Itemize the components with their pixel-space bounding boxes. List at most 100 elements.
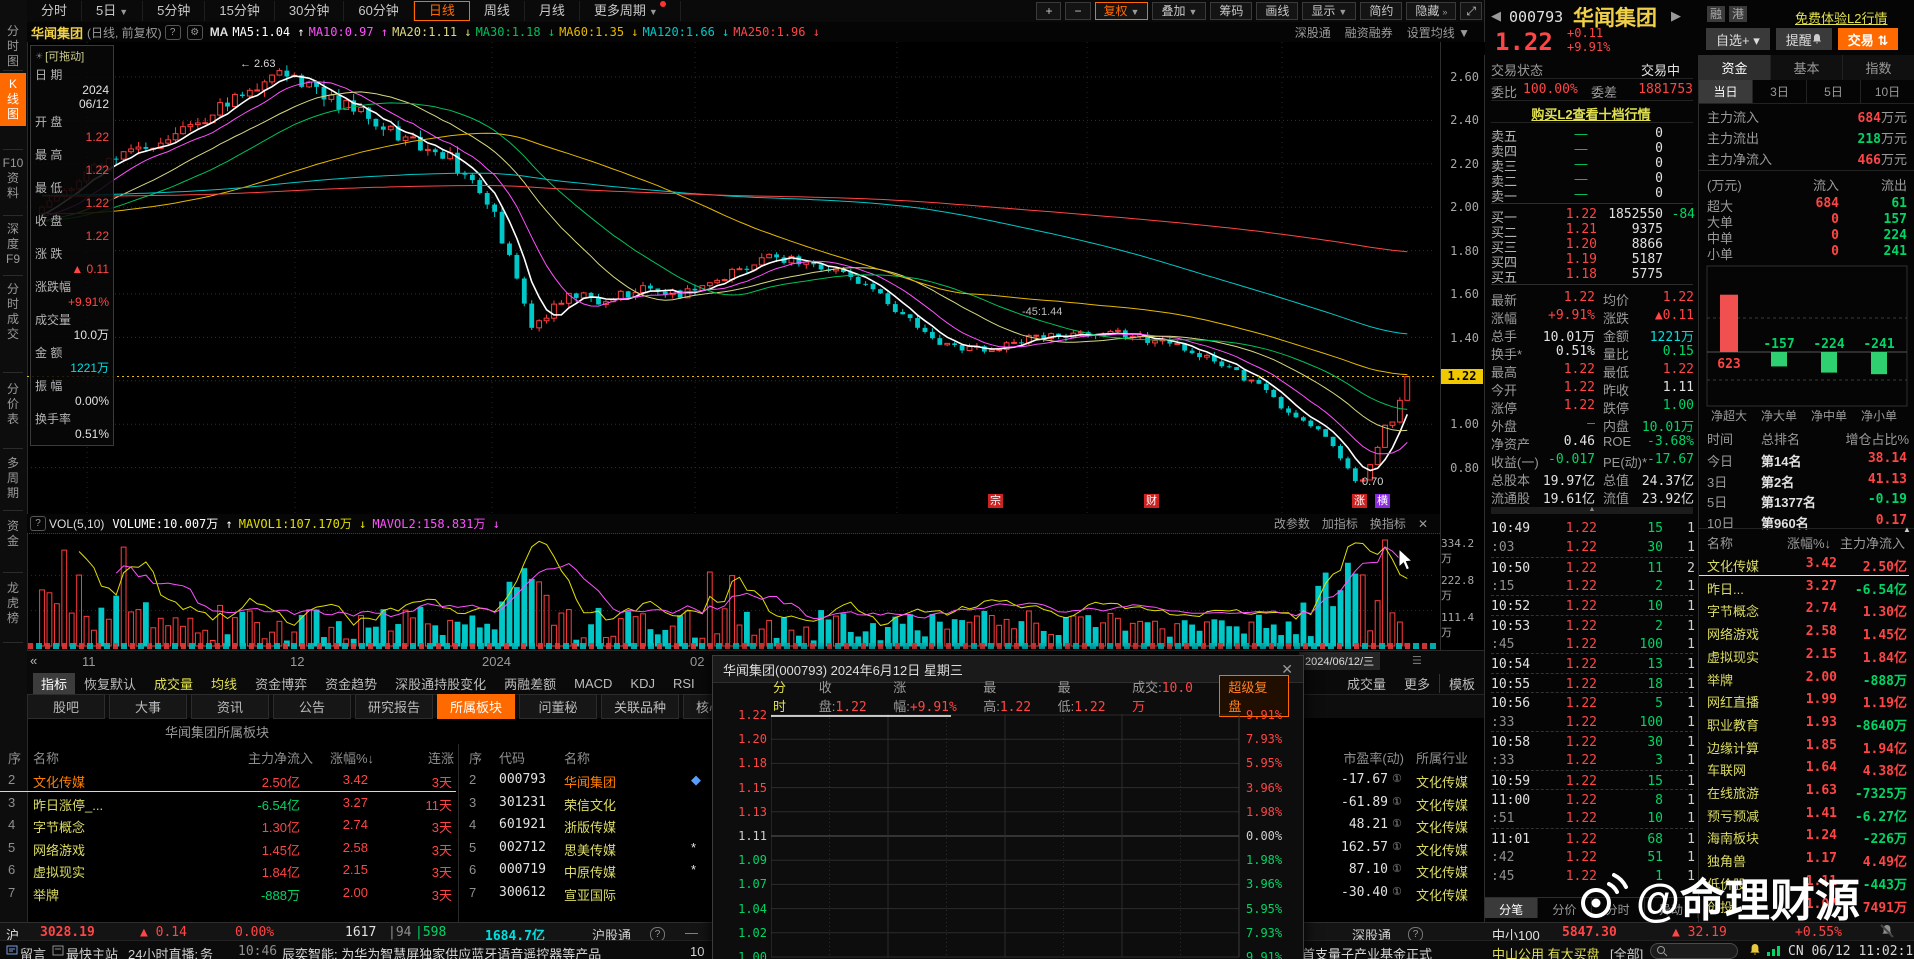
station-icon[interactable] [52, 944, 64, 959]
table-row[interactable]: 7300612宣亚国际 [459, 882, 713, 904]
content-tab-股吧[interactable]: 股吧 [27, 694, 105, 719]
period-tab-15分钟[interactable]: 15分钟 [205, 1, 274, 21]
hot-stock-alert[interactable]: 中山公用 有大买盘 [1492, 944, 1600, 959]
chart-link-深股通[interactable]: 深股通 [1295, 24, 1331, 41]
table-row[interactable]: 5002712思美传媒* [459, 837, 713, 859]
period-tab-更多周期[interactable]: 更多周期▼ [580, 1, 681, 21]
content-tab-研究报告[interactable]: 研究报告 [355, 694, 433, 719]
indicator-tab-均线[interactable]: 均线 [202, 674, 246, 693]
collapse-handle[interactable]: ▲ [1491, 507, 1693, 514]
trade-button[interactable]: 交易 ⇅ [1838, 28, 1899, 50]
add-watchlist-button[interactable]: 自选+ ▾ [1706, 28, 1770, 50]
indicator-tab-RSI[interactable]: RSI [664, 676, 704, 691]
station-label[interactable]: 最快主站 [66, 944, 118, 959]
fund-subtab-5日[interactable]: 5日 [1807, 80, 1861, 103]
content-tab-公告[interactable]: 公告 [273, 694, 351, 719]
vol-button-改参数[interactable]: 改参数 [1274, 515, 1310, 532]
indicator-tab-成交量[interactable]: 成交量 [145, 674, 202, 693]
sidebar-item-资金[interactable]: 资金 [0, 515, 26, 553]
sector-row[interactable]: 网红直播1.991.19亿 [1699, 689, 1909, 711]
tool-button-复权[interactable]: 复权▼ [1095, 2, 1149, 20]
message-icon[interactable] [6, 944, 18, 959]
vol-help-icon[interactable]: ? [30, 516, 46, 531]
sidebar-item-F10资料[interactable]: F10资料 [0, 152, 26, 205]
table-row[interactable]: 3昨日涨停_...-6.54亿3.2711天 [0, 792, 456, 814]
sidebar-item-多周期[interactable]: 多周期 [0, 452, 26, 505]
table-row[interactable]: 2000793华闻集团◆ [459, 769, 713, 791]
indicator-tab-资金趋势[interactable]: 资金趋势 [316, 674, 386, 693]
sidebar-item-K线图[interactable]: K线图 [0, 73, 26, 126]
sidebar-item-深度F9[interactable]: 深度F9 [0, 218, 26, 271]
indicator-right-成交量[interactable]: 成交量 [1338, 674, 1395, 693]
sector-row[interactable]: 职业教育1.93-8640万 [1699, 712, 1909, 734]
sector-row[interactable]: 海南板块1.24-226万 [1699, 825, 1909, 847]
fund-subtab-3日[interactable]: 3日 [1753, 80, 1807, 103]
kline-chart[interactable] [27, 42, 1440, 514]
period-tab-5分钟[interactable]: 5分钟 [143, 1, 205, 21]
fund-tab-资金[interactable]: 资金 [1699, 55, 1771, 80]
sector-row[interactable]: 文化传媒3.422.50亿 [1699, 553, 1909, 576]
info-panel-title[interactable]: ☀[可拖动] [35, 48, 109, 64]
indicator-right-模板[interactable]: 模板 [1440, 674, 1484, 693]
message-label[interactable]: 留言 [20, 944, 46, 959]
chart-link-设置均线[interactable]: 设置均线 ▼ [1407, 24, 1470, 41]
quote-tab-分笔[interactable]: 分笔 [1485, 898, 1538, 918]
l2-trial-link[interactable]: 免费体验L2行情 [1795, 8, 1887, 27]
chart-badge-宗[interactable]: 宗 [988, 494, 1003, 508]
sector-row[interactable]: 网络游戏2.581.45亿 [1699, 621, 1909, 643]
alert-button[interactable]: 提醒 [1776, 28, 1832, 50]
sector-row[interactable]: 在线旅游1.63-7325万 [1699, 780, 1909, 802]
sidebar-item-分价表[interactable]: 分价表 [0, 378, 26, 431]
minute-chart-popup[interactable]: 华闻集团(000793) 2024年6月12日 星期三✕分时收盘:1.22涨幅:… [712, 655, 1304, 959]
vol-button-换指标[interactable]: 换指标 [1370, 515, 1406, 532]
period-tab-月线[interactable]: 月线 [525, 1, 580, 21]
sidebar-item-分时图[interactable]: 分时图 [0, 20, 26, 73]
sidebar-item-分时成交[interactable]: 分时成交 [0, 278, 26, 346]
indicator-tab-KDJ[interactable]: KDJ [621, 676, 664, 691]
sector-row[interactable]: 字节概念2.741.30亿 [1699, 598, 1909, 620]
table-row[interactable]: 2文化传媒2.50亿3.423天 [0, 769, 456, 792]
ohlc-info-panel[interactable]: ☀[可拖动]日 期202406/12开 盘1.22最 高1.22最 低1.22收… [30, 45, 114, 446]
indicator-tab-恢复默认[interactable]: 恢复默认 [75, 674, 145, 693]
content-tab-所属板块[interactable]: 所属板块 [437, 694, 515, 719]
live-label[interactable]: 24小时直播: [128, 944, 198, 959]
bell-icon[interactable] [1748, 943, 1762, 959]
tool-button-筹码[interactable]: 筹码 [1210, 2, 1252, 20]
period-tab-5日[interactable]: 5日▼ [82, 1, 143, 21]
sector-row[interactable]: 昨日...3.27-6.54亿 [1699, 576, 1909, 598]
tool-button-显示[interactable]: 显示▼ [1302, 2, 1356, 20]
period-tab-60分钟[interactable]: 60分钟 [344, 1, 413, 21]
sector-row[interactable]: 边缘计算1.851.94亿 [1699, 735, 1909, 757]
fund-tab-基本[interactable]: 基本 [1771, 55, 1843, 80]
fund-subtab-10日[interactable]: 10日 [1861, 80, 1914, 103]
chart-badge-财[interactable]: 财 [1144, 494, 1159, 508]
scroll-left-icon[interactable]: « [30, 653, 37, 668]
period-tab-周线[interactable]: 周线 [470, 1, 525, 21]
period-tab-30分钟[interactable]: 30分钟 [275, 1, 344, 21]
next-stock-icon[interactable]: ▶ [1671, 8, 1681, 24]
tool-button-画线[interactable]: 画线 [1256, 2, 1298, 20]
sector-row[interactable]: 车联网1.644.38亿 [1699, 757, 1909, 779]
table-row[interactable]: 6虚拟现实1.84亿2.153天 [0, 859, 456, 881]
table-row[interactable]: 6000719中原传媒* [459, 859, 713, 881]
fund-subtab-当日[interactable]: 当日 [1699, 80, 1753, 103]
zoom-in-button[interactable]: + [1036, 2, 1061, 20]
popup-tab-minute[interactable]: 分时 [773, 677, 799, 715]
content-tab-大事[interactable]: 大事 [109, 694, 187, 719]
all-link[interactable]: [全部] [1610, 944, 1643, 959]
indicator-tab-两融差额[interactable]: 两融差额 [495, 674, 565, 693]
table-row[interactable]: 3301231荣信文化 [459, 792, 713, 814]
buy-l2-link[interactable]: 购买L2查看十档行情 [1491, 104, 1691, 123]
vol-button-加指标[interactable]: 加指标 [1322, 515, 1358, 532]
expand-icon[interactable]: ⤢ [1460, 2, 1482, 20]
content-tab-关联品种[interactable]: 关联品种 [601, 694, 679, 719]
sector-row[interactable]: 预亏预减1.41-6.27亿 [1699, 803, 1909, 825]
content-tab-问董秘[interactable]: 问董秘 [519, 694, 597, 719]
gear-icon[interactable]: ⚙ [187, 25, 203, 40]
news-headline[interactable]: 辰奕智能: 为华为智慧屏独家供应蓝牙语音遥控器等产品 [282, 944, 601, 959]
sector-row[interactable]: 虚拟现实2.151.84亿 [1699, 644, 1909, 666]
tool-button-简约[interactable]: 简约 [1360, 2, 1402, 20]
sector-row[interactable]: 举牌2.00-888万 [1699, 667, 1909, 689]
volume-chart[interactable] [27, 533, 1440, 648]
indicator-right-更多[interactable]: 更多 [1395, 674, 1440, 693]
